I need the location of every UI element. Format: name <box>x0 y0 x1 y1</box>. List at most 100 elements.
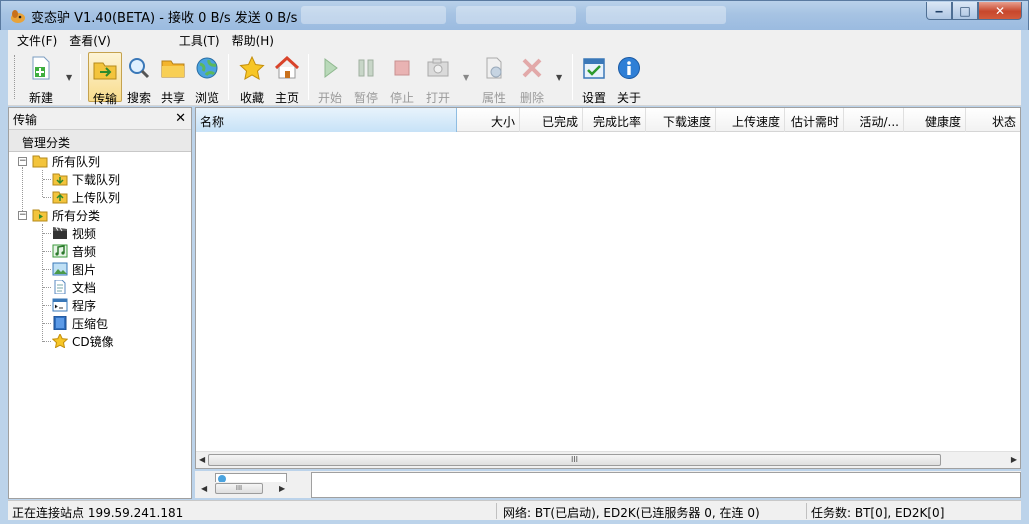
close-button[interactable]: ✕ <box>978 2 1022 20</box>
globe-icon <box>196 57 218 79</box>
pause-label: 暂停 <box>353 91 378 105</box>
stop-button[interactable]: 停止 <box>385 52 419 105</box>
tree-item-upload-queue[interactable]: 上传队列 <box>52 188 120 206</box>
scroll-left-arrow[interactable]: ◀ <box>199 455 205 464</box>
tree-line <box>43 251 51 252</box>
column-header-row: 名称 大小 已完成 完成比率 下载速度 上传速度 估计需时 活动/... 健康度… <box>196 108 1020 132</box>
all-categories-expander[interactable]: − <box>18 211 27 220</box>
properties-button[interactable]: 属性 <box>477 52 511 105</box>
start-button[interactable]: 开始 <box>313 52 347 105</box>
tree-item-all-queues[interactable]: 所有队列 <box>32 152 100 170</box>
favorites-label: 收藏 <box>239 91 264 105</box>
menu-help[interactable]: 帮助(H) <box>232 30 274 49</box>
menu-view[interactable]: 查看(V) <box>69 30 111 49</box>
settings-button[interactable]: 设置 <box>577 52 611 105</box>
settings-label: 设置 <box>581 91 606 105</box>
new-file-icon <box>32 56 50 80</box>
star-icon <box>239 55 265 80</box>
info-icon <box>618 57 640 79</box>
menu-bar: 文件(F) 查看(V) 工具(T) 帮助(H) <box>8 30 1021 49</box>
toolbar-separator <box>308 54 309 100</box>
tree-item-video[interactable]: 视频 <box>52 224 96 242</box>
tree-label: 下载队列 <box>72 172 121 187</box>
tree-item-audio[interactable]: 音频 <box>52 242 96 260</box>
favorites-button[interactable]: 收藏 <box>235 52 269 105</box>
blurred-region <box>456 6 576 24</box>
upload-folder-icon <box>52 191 68 204</box>
share-button[interactable]: 共享 <box>156 52 190 105</box>
column-activity[interactable]: 活动/... <box>844 108 904 132</box>
toolbar-grip[interactable] <box>14 55 17 99</box>
column-upload-speed[interactable]: 上传速度 <box>716 108 785 132</box>
share-folder-icon <box>161 60 185 78</box>
music-note-icon <box>52 244 68 258</box>
picture-icon <box>52 262 68 276</box>
new-button[interactable]: 新建 <box>24 52 58 105</box>
tree-item-cd-images[interactable]: CD镜像 <box>52 332 114 350</box>
menu-tools[interactable]: 工具(T) <box>179 30 220 49</box>
tree-item-archives[interactable]: 压缩包 <box>52 314 108 332</box>
tree-line <box>42 224 43 342</box>
toolbar-separator <box>228 54 229 100</box>
properties-icon <box>486 57 502 79</box>
scroll-left-arrow[interactable]: ◀ <box>201 484 207 493</box>
horizontal-scrollbar[interactable]: ◀ III ▶ <box>196 451 1020 468</box>
scroll-thumb[interactable]: III <box>208 454 941 466</box>
task-count-status: 任务数: BT[0], ED2K[0] <box>811 506 945 520</box>
search-label: 搜索 <box>126 91 151 105</box>
panel-header: 传输 ✕ <box>9 108 191 130</box>
transfer-button[interactable]: 传输 <box>88 52 122 106</box>
archive-icon <box>53 316 67 330</box>
tree-label: 上传队列 <box>72 190 121 205</box>
tree-item-programs[interactable]: 程序 <box>52 296 96 314</box>
task-list[interactable]: 名称 大小 已完成 完成比率 下载速度 上传速度 估计需时 活动/... 健康度… <box>195 107 1021 469</box>
minimize-button[interactable]: ‒ <box>926 2 952 20</box>
home-label: 主页 <box>274 91 299 105</box>
column-health[interactable]: 健康度 <box>904 108 966 132</box>
tree-line <box>43 287 51 288</box>
start-label: 开始 <box>317 91 342 105</box>
delete-button[interactable]: 删除 <box>515 52 549 105</box>
column-name[interactable]: 名称 <box>196 108 457 132</box>
about-button[interactable]: 关于 <box>612 52 646 105</box>
tree-line <box>43 305 51 306</box>
column-download-speed[interactable]: 下载速度 <box>646 108 716 132</box>
connection-status: 正在连接站点 199.59.241.181 <box>12 506 184 520</box>
transfer-label: 传输 <box>92 92 117 106</box>
document-icon <box>54 280 66 294</box>
column-completed[interactable]: 已完成 <box>520 108 583 132</box>
delete-x-icon <box>522 58 542 78</box>
tab-scrollbar[interactable]: ◀ III ▶ <box>197 482 291 496</box>
column-status[interactable]: 状态 <box>966 108 1020 132</box>
tree-item-documents[interactable]: 文档 <box>52 278 96 296</box>
panel-close-icon[interactable]: ✕ <box>175 111 186 126</box>
tree-item-download-queue[interactable]: 下载队列 <box>52 170 120 188</box>
open-dropdown-arrow[interactable]: ▼ <box>463 73 471 82</box>
tree-line <box>42 170 43 197</box>
pause-button[interactable]: 暂停 <box>349 52 383 105</box>
delete-dropdown-arrow[interactable]: ▼ <box>556 73 564 82</box>
home-button[interactable]: 主页 <box>270 52 304 105</box>
maximize-button[interactable]: □ <box>952 2 978 20</box>
window-title: 变态驴 V1.40(BETA) - 接收 0 B/s 发送 0 B/s <box>31 11 298 26</box>
column-eta[interactable]: 估计需时 <box>785 108 844 132</box>
tree-label: 视频 <box>72 226 97 241</box>
manage-categories-header[interactable]: 管理分类 <box>9 130 191 152</box>
open-button[interactable]: 打开 <box>421 52 455 105</box>
column-completion-ratio[interactable]: 完成比率 <box>583 108 646 132</box>
menu-file[interactable]: 文件(F) <box>17 30 57 49</box>
scroll-thumb[interactable]: III <box>215 483 263 494</box>
browse-button[interactable]: 浏览 <box>190 52 224 105</box>
detail-tab-area: ◀ III ▶ <box>195 471 1021 498</box>
all-queues-expander[interactable]: − <box>18 157 27 166</box>
app-logo-icon <box>11 10 25 23</box>
tree-item-pictures[interactable]: 图片 <box>52 260 96 278</box>
new-dropdown-arrow[interactable]: ▼ <box>66 73 74 82</box>
home-icon <box>274 55 300 79</box>
tree-line <box>43 269 51 270</box>
scroll-right-arrow[interactable]: ▶ <box>1011 455 1017 464</box>
scroll-right-arrow[interactable]: ▶ <box>279 484 285 493</box>
search-button[interactable]: 搜索 <box>122 52 156 105</box>
tree-item-all-categories[interactable]: 所有分类 <box>32 206 100 224</box>
column-size[interactable]: 大小 <box>457 108 520 132</box>
